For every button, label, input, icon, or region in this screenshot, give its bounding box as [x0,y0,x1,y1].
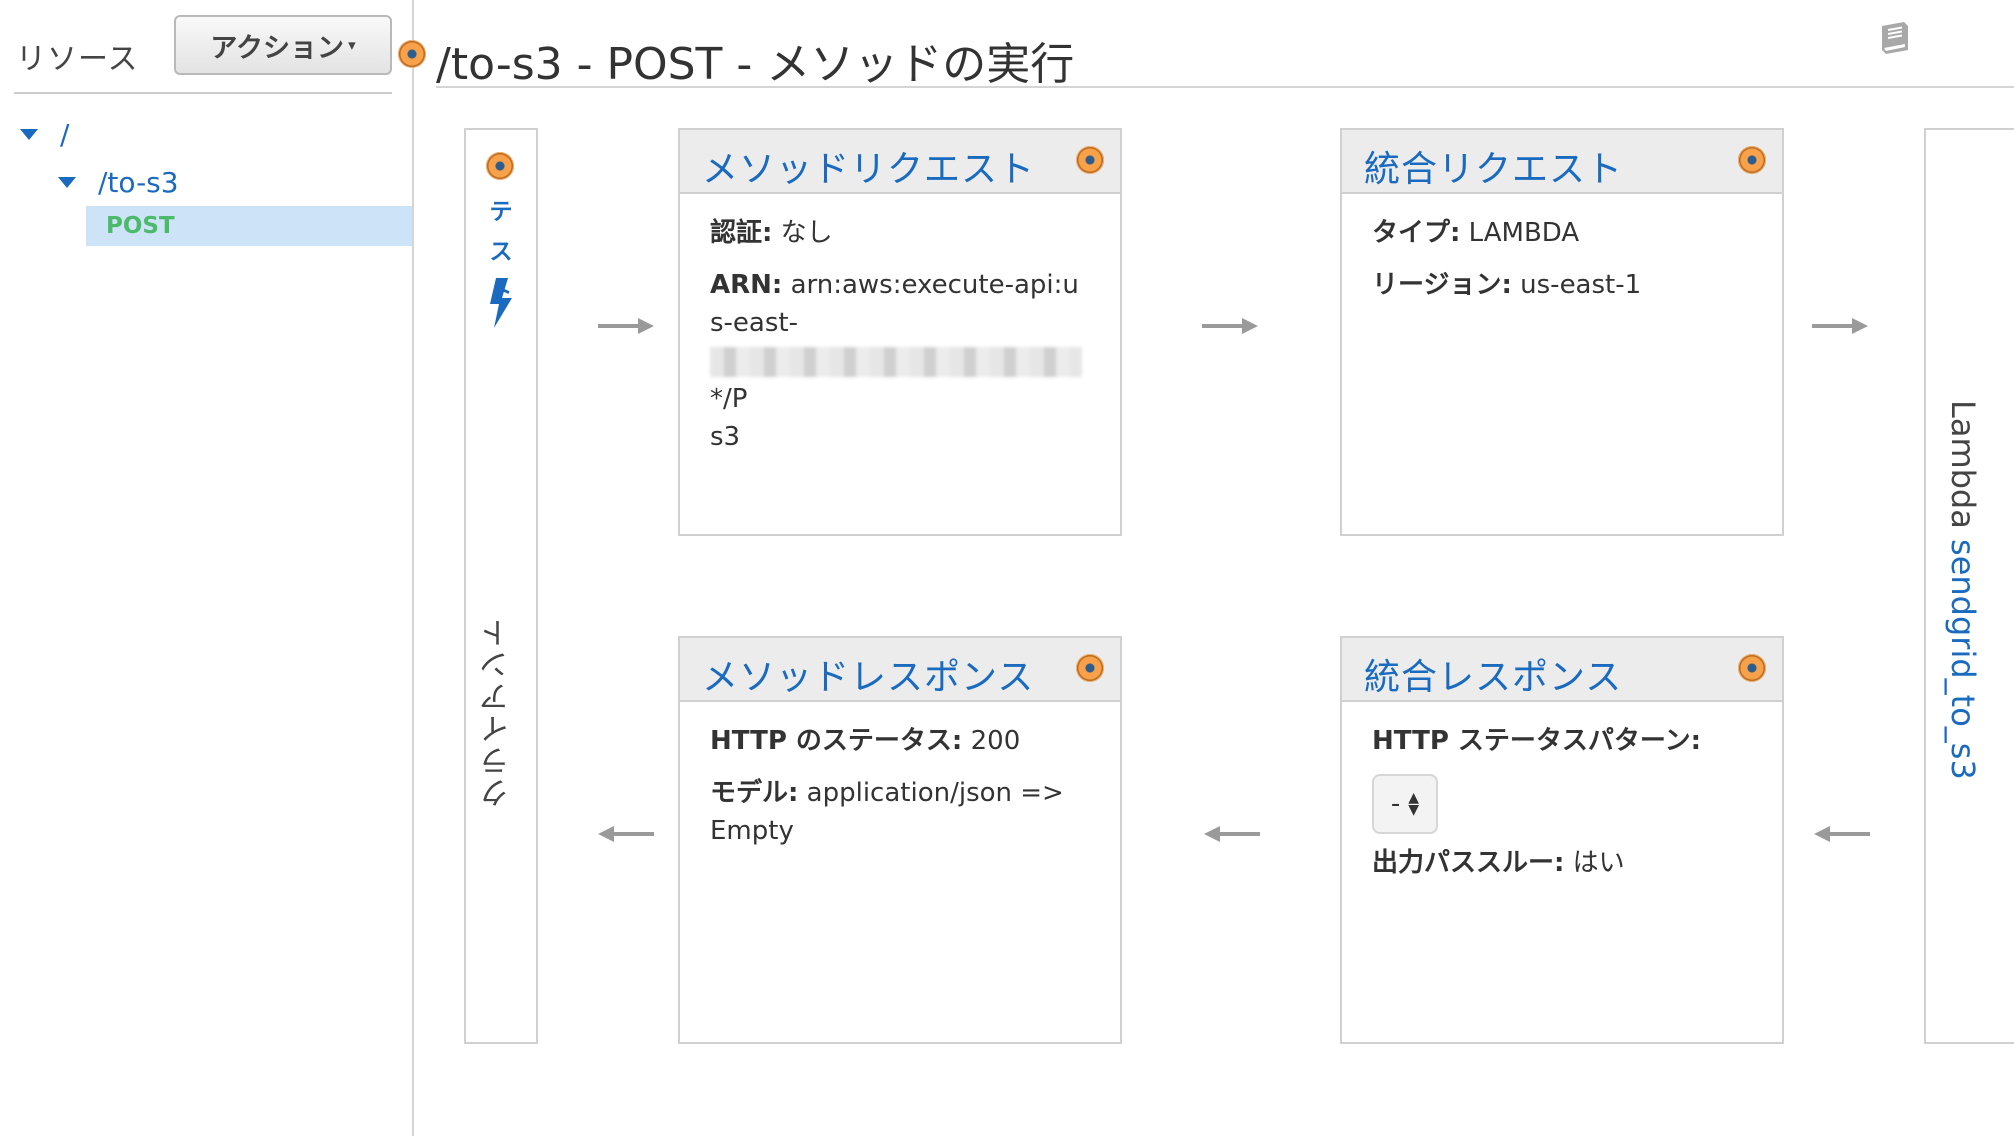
status-dot-icon[interactable] [1076,654,1104,682]
field-value: us-east-1 [1520,270,1642,300]
book-icon[interactable] [1874,18,1914,58]
field-value: s3 [710,422,741,452]
panel-body: タイプ: LAMBDA リージョン: us-east-1 [1342,194,1782,338]
arrow-right-icon [1202,318,1258,334]
arn-field: ARN: arn:aws:execute-api:us-east- */P s3 [710,266,1090,456]
method-label: POST [106,213,175,239]
resources-title: リソース [16,42,139,77]
field-label: 出力パススルー: [1372,848,1565,878]
tree-item-label: / [60,117,70,151]
model-field: モデル: application/json => Empty [710,774,1090,850]
redacted-account-id [710,346,1082,377]
tree-item-post-method[interactable]: POST [86,206,412,246]
method-request-link[interactable]: メソッドリクエスト [702,140,1035,192]
actions-button[interactable]: アクション ▾ [174,15,392,75]
panel-body: HTTP のステータス: 200 モデル: application/json =… [680,702,1120,884]
region-field: リージョン: us-east-1 [1372,266,1752,304]
method-request-panel: メソッドリクエスト 認証: なし ARN: arn:aws:execute-ap… [678,128,1122,536]
client-label: クライアント [480,616,515,808]
field-label: HTTP のステータス: [710,726,963,756]
arrow-left-icon [1814,826,1870,842]
lambda-function-link[interactable]: sendgrid_to_s3 [1944,539,1982,780]
field-label: HTTP ステータスパターン: [1372,726,1702,756]
field-value: なし [780,218,833,248]
status-dot-icon[interactable] [486,152,514,180]
integration-request-panel: 統合リクエスト タイプ: LAMBDA リージョン: us-east-1 [1340,128,1784,536]
select-arrows-icon: ▲ ▼ [1408,790,1420,818]
panel-header: 統合リクエスト [1342,130,1782,194]
caret-down-icon: ▾ [348,36,356,54]
status-pattern-field: HTTP ステータスパターン: [1372,722,1752,760]
panel-header: 統合レスポンス [1342,638,1782,702]
api-gateway-method-execution: リソース アクション ▾ / /to-s3 POST /to-s3 - POST… [0,0,2014,1136]
field-value: はい [1572,848,1625,878]
arrow-left-icon [598,826,654,842]
lambda-column: Lambda sendgrid_to_s3 [1924,128,2014,1044]
field-label: タイプ: [1372,218,1461,248]
tree-item-to-s3[interactable]: /to-s3 [58,162,179,202]
method-response-panel: メソッドレスポンス HTTP のステータス: 200 モデル: applicat… [678,636,1122,1044]
panel-body: HTTP ステータスパターン: - ▲ ▼ 出力パススルー: はい [1342,702,1782,916]
type-field: タイプ: LAMBDA [1372,214,1752,252]
passthrough-field: 出力パススルー: はい [1372,844,1752,882]
resources-sidebar: リソース アクション ▾ / /to-s3 POST [0,0,414,1136]
sidebar-header: リソース アクション ▾ [14,14,392,94]
field-label: 認証: [710,218,773,248]
status-dot-icon[interactable] [1738,654,1766,682]
expand-triangle-icon[interactable] [58,176,76,188]
status-pattern-select[interactable]: - ▲ ▼ [1372,774,1438,834]
panel-header: メソッドレスポンス [680,638,1120,702]
page-title: /to-s3 - POST - メソッドの実行 [436,39,1075,90]
header-divider [436,86,2014,88]
field-label: リージョン: [1372,270,1512,300]
panel-header: メソッドリクエスト [680,130,1120,194]
auth-field: 認証: なし [710,214,1090,252]
field-label: モデル: [710,778,799,808]
arrow-right-icon [1812,318,1868,334]
field-value: LAMBDA [1468,218,1580,248]
client-column: テスト クライアント [464,128,538,1044]
integration-response-link[interactable]: 統合レスポンス [1364,648,1622,700]
select-value: - [1390,789,1401,819]
field-value: 200 [970,726,1021,756]
integration-response-panel: 統合レスポンス HTTP ステータスパターン: - ▲ ▼ 出力パススルー: はい [1340,636,1784,1044]
status-dot-icon[interactable] [398,40,426,68]
status-dot-icon[interactable] [1738,146,1766,174]
http-status-field: HTTP のステータス: 200 [710,722,1090,760]
lambda-prefix: Lambda [1944,400,1982,529]
arrow-left-icon [1204,826,1260,842]
tree-item-label: /to-s3 [98,165,179,199]
field-label: ARN: [710,270,783,300]
lightning-bolt-icon[interactable] [488,278,516,328]
status-dot-icon[interactable] [1076,146,1104,174]
method-response-link[interactable]: メソッドレスポンス [702,648,1034,700]
field-value: */P [710,384,748,414]
arrow-right-icon [598,318,654,334]
tree-item-root[interactable]: / [20,114,69,154]
panel-body: 認証: なし ARN: arn:aws:execute-api:us-east-… [680,194,1120,490]
integration-request-link[interactable]: 統合リクエスト [1364,140,1623,192]
expand-triangle-icon[interactable] [20,128,38,140]
actions-button-label: アクション [210,32,345,64]
lambda-label: Lambda sendgrid_to_s3 [1944,400,1982,780]
